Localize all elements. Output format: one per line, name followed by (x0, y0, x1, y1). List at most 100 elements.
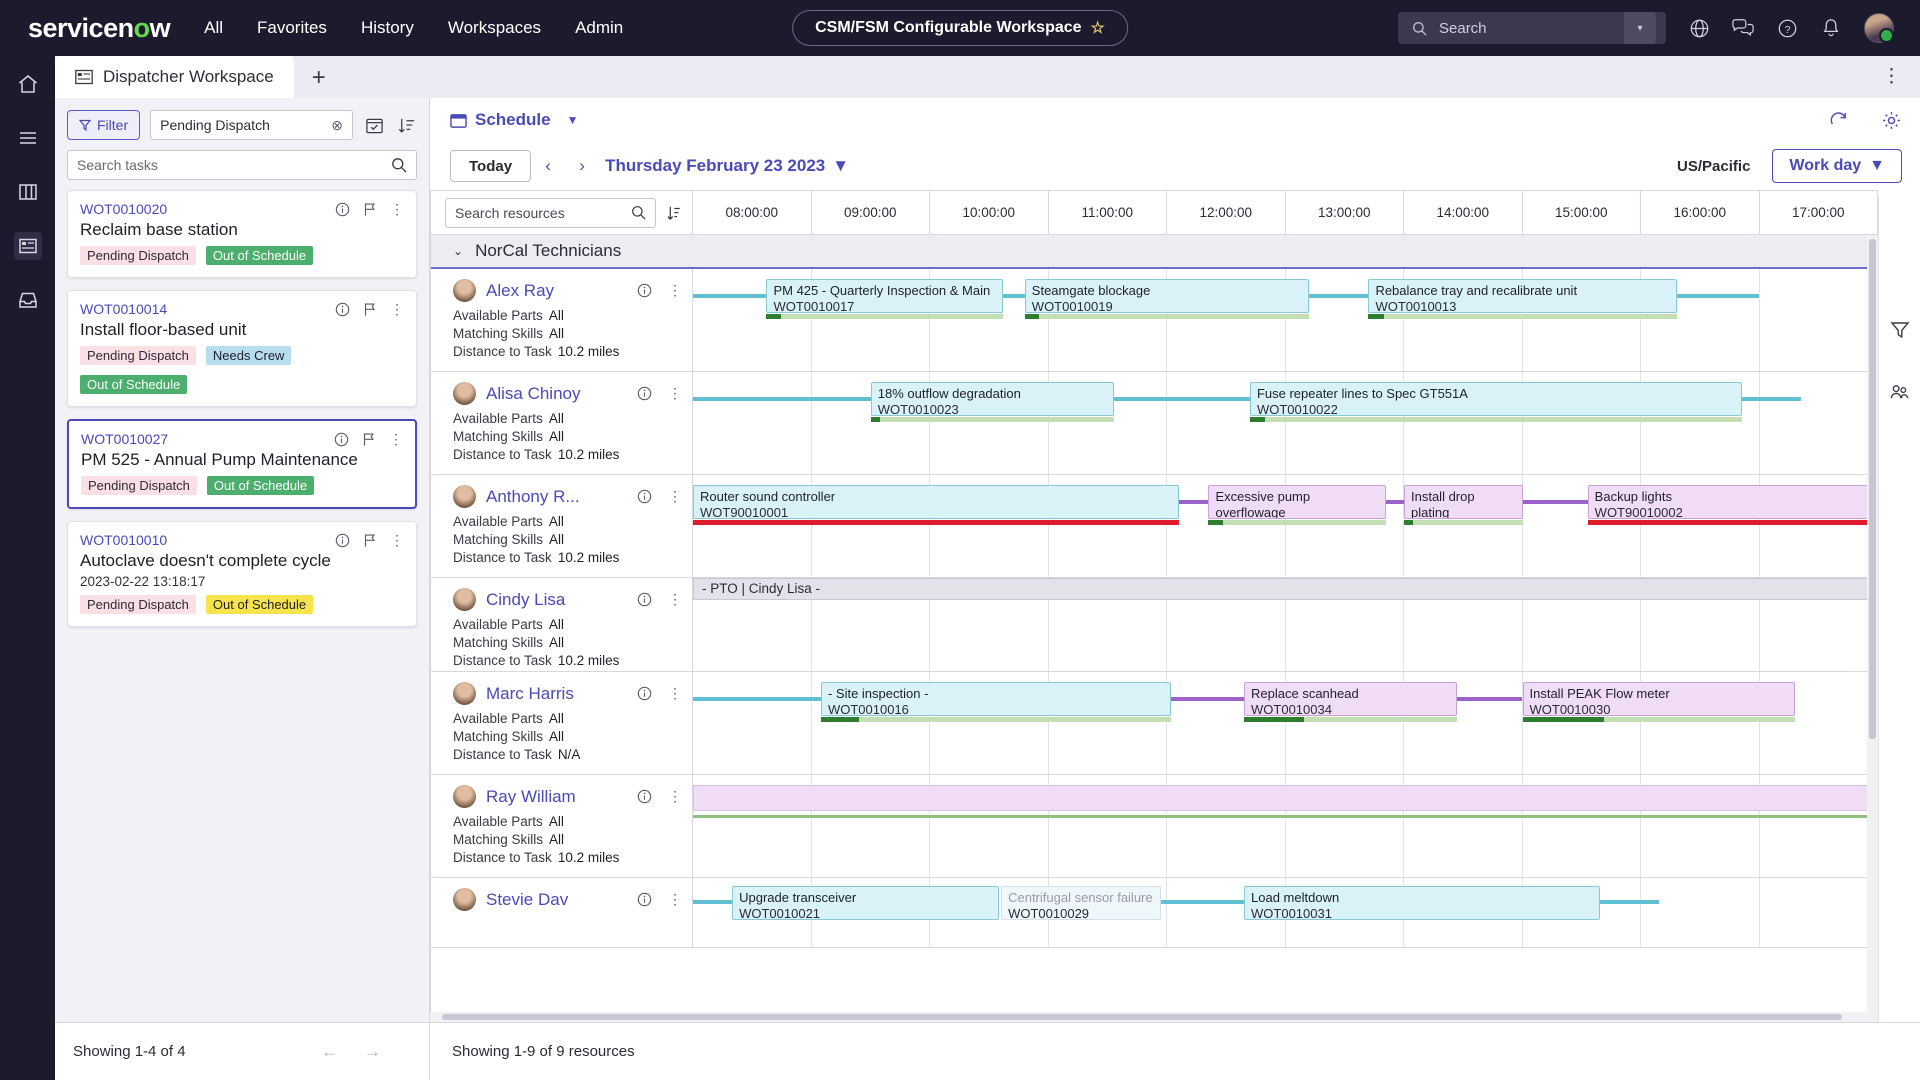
filter-chip-input[interactable]: Pending Dispatch ⊗ (150, 110, 353, 140)
more-options-icon[interactable]: ⋮ (668, 385, 682, 402)
more-options-icon[interactable]: ⋮ (390, 532, 404, 549)
search-resources-input[interactable]: Search resources (445, 198, 656, 228)
dispatcher-icon[interactable] (14, 232, 42, 260)
filter-icon[interactable] (1888, 318, 1912, 342)
search-icon[interactable] (631, 205, 646, 220)
sort-descending-icon[interactable] (395, 114, 417, 136)
resource-name[interactable]: Stevie Dav (486, 890, 568, 910)
more-options-icon[interactable]: ⋮ (668, 282, 682, 299)
schedule-event[interactable]: - Site inspection - WOT0010016 (821, 682, 1171, 716)
task-card[interactable]: WOT0010027 ⋮ PM 525 - Annual Pump Mainte… (67, 419, 417, 509)
view-mode-button[interactable]: Work day ▼ (1772, 149, 1902, 183)
inbox-icon[interactable] (14, 286, 42, 314)
info-icon[interactable] (335, 533, 350, 548)
resource-timeline-lane[interactable]: Router sound controller WOT90010001 Exce… (693, 475, 1878, 577)
avatar[interactable] (1864, 13, 1894, 43)
chevron-down-icon[interactable]: ⌄ (453, 244, 463, 258)
schedule-event[interactable]: Backup lights WOT90010002 (1588, 485, 1878, 519)
task-card[interactable]: WOT0010014 ⋮ Install floor-based unit Pe… (67, 290, 417, 407)
schedule-event[interactable]: Steamgate blockage WOT0010019 (1025, 279, 1309, 313)
schedule-event[interactable]: Load meltdown WOT0010031 (1244, 886, 1600, 920)
more-options-icon[interactable]: ⋮ (668, 788, 682, 805)
resource-timeline-lane[interactable]: 18% outflow degradation WOT0010023 Fuse … (693, 372, 1878, 474)
more-options-icon[interactable]: ⋮ (390, 201, 404, 218)
info-icon[interactable] (334, 432, 349, 447)
arrow-right-icon[interactable]: → (364, 1042, 381, 1062)
nav-link-admin[interactable]: Admin (575, 18, 623, 38)
schedule-vertical-scrollbar[interactable] (1867, 235, 1878, 1012)
globe-icon[interactable] (1688, 17, 1710, 39)
resource-name[interactable]: Marc Harris (486, 684, 574, 704)
global-search-input[interactable]: Search (1439, 20, 1487, 37)
resource-group-icon[interactable] (1888, 380, 1912, 404)
flag-icon[interactable] (363, 202, 377, 217)
more-options-icon[interactable]: ⋮ (389, 431, 403, 448)
schedule-horizontal-scrollbar[interactable] (430, 1012, 1878, 1022)
tab-overflow-menu[interactable]: ⋮ (1882, 65, 1920, 88)
cards-icon[interactable] (14, 178, 42, 206)
schedule-event[interactable]: Centrifugal sensor failure WOT0010029 (1001, 886, 1161, 920)
resource-name[interactable]: Cindy Lisa (486, 590, 565, 610)
schedule-event[interactable]: Upgrade transceiver WOT0010021 (732, 886, 999, 920)
schedule-event[interactable]: Excessive pump overflowage WOT0010024 (1208, 485, 1386, 519)
schedule-event[interactable]: Rebalance tray and recalibrate unit WOT0… (1368, 279, 1676, 313)
calendar-check-icon[interactable] (363, 114, 385, 136)
flag-icon[interactable] (362, 432, 376, 447)
gear-icon[interactable] (1881, 110, 1902, 131)
info-icon[interactable] (637, 686, 652, 701)
schedule-event[interactable]: Install PEAK Flow meter WOT0010030 (1523, 682, 1796, 716)
schedule-event[interactable]: Router sound controller WOT90010001 (693, 485, 1179, 519)
resource-timeline-lane[interactable] (693, 775, 1878, 877)
task-number[interactable]: WOT0010020 (80, 201, 167, 217)
task-number[interactable]: WOT0010010 (80, 532, 167, 548)
flag-icon[interactable] (363, 533, 377, 548)
today-button[interactable]: Today (450, 150, 531, 182)
resource-timeline-lane[interactable]: Upgrade transceiver WOT0010021 Centrifug… (693, 878, 1878, 947)
info-icon[interactable] (637, 489, 652, 504)
task-number[interactable]: WOT0010027 (81, 431, 168, 447)
resource-name[interactable]: Alex Ray (486, 281, 554, 301)
schedule-event[interactable]: Install drop plating WOT0010026 (1404, 485, 1523, 519)
resource-timeline-lane[interactable]: - PTO | Cindy Lisa - (693, 578, 1878, 671)
add-tab-button[interactable]: + (294, 66, 344, 90)
info-icon[interactable] (637, 283, 652, 298)
resource-group-header[interactable]: ⌄ NorCal Technicians (431, 235, 1878, 269)
help-icon[interactable]: ? (1776, 17, 1798, 39)
global-search[interactable]: Search ▾ (1398, 12, 1666, 44)
more-options-icon[interactable]: ⋮ (668, 685, 682, 702)
home-icon[interactable] (14, 70, 42, 98)
arrow-left-icon[interactable]: ← (321, 1042, 338, 1062)
chat-icon[interactable] (1732, 17, 1754, 39)
resource-name[interactable]: Ray William (486, 787, 576, 807)
more-options-icon[interactable]: ⋮ (390, 301, 404, 318)
schedule-event[interactable]: 18% outflow degradation WOT0010023 (871, 382, 1114, 416)
current-date-selector[interactable]: Thursday February 23 2023 ▼ (605, 156, 849, 176)
filter-button[interactable]: Filter (67, 110, 140, 140)
refresh-icon[interactable] (1828, 110, 1849, 131)
nav-link-history[interactable]: History (361, 18, 414, 38)
resource-name[interactable]: Alisa Chinoy (486, 384, 581, 404)
chevron-left-icon[interactable]: ‹ (531, 150, 565, 182)
schedule-event[interactable]: PM 425 - Quarterly Inspection & Main WOT… (766, 279, 1003, 313)
resource-timeline-lane[interactable]: - Site inspection - WOT0010016 Replace s… (693, 672, 1878, 774)
info-icon[interactable] (335, 202, 350, 217)
schedule-event[interactable]: Fuse repeater lines to Spec GT551A WOT00… (1250, 382, 1742, 416)
task-card[interactable]: WOT0010010 ⋮ Autoclave doesn't complete … (67, 521, 417, 627)
more-options-icon[interactable]: ⋮ (668, 488, 682, 505)
servicenow-logo[interactable]: servicenow (28, 13, 170, 44)
nav-link-favorites[interactable]: Favorites (257, 18, 327, 38)
bell-icon[interactable] (1820, 17, 1842, 39)
info-icon[interactable] (637, 789, 652, 804)
workspace-title-pill[interactable]: CSM/FSM Configurable Workspace ☆ (792, 10, 1128, 46)
flag-icon[interactable] (363, 302, 377, 317)
info-icon[interactable] (637, 592, 652, 607)
task-card[interactable]: WOT0010020 ⋮ Reclaim base station Pendin… (67, 190, 417, 278)
task-number[interactable]: WOT0010014 (80, 301, 167, 317)
search-icon[interactable] (391, 157, 407, 173)
pto-block[interactable]: - PTO | Cindy Lisa - (693, 578, 1878, 600)
resource-name[interactable]: Anthony R... (486, 487, 580, 507)
more-options-icon[interactable]: ⋮ (668, 591, 682, 608)
star-outline-icon[interactable]: ☆ (1091, 18, 1105, 38)
schedule-event[interactable]: Replace scanhead WOT0010034 (1244, 682, 1457, 716)
clear-circle-icon[interactable]: ⊗ (331, 117, 343, 134)
